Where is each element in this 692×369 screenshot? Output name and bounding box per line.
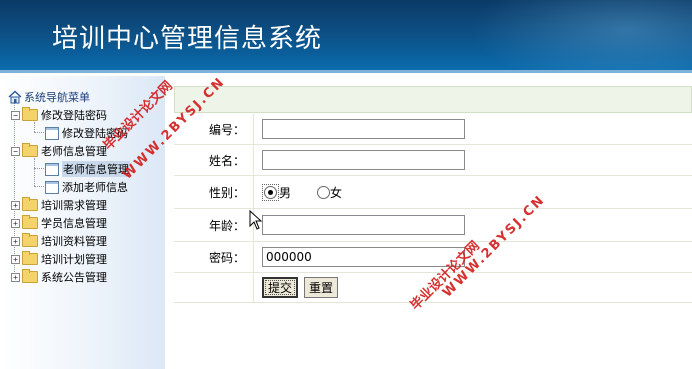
password-input[interactable] [262, 247, 465, 267]
sidebar-item-teacher-management[interactable]: − 老师信息管理 [11, 143, 107, 159]
field-label: 性别： [174, 176, 254, 208]
folder-icon [22, 251, 38, 265]
expand-icon[interactable]: + [11, 200, 20, 210]
document-icon [45, 180, 59, 194]
submit-button[interactable]: 提交 [262, 277, 299, 298]
expand-icon[interactable]: + [11, 272, 20, 282]
field-cell [255, 114, 465, 144]
field-label: 密码： [174, 242, 254, 272]
gender-male-label: 男 [279, 185, 292, 200]
expand-icon[interactable]: + [11, 218, 20, 228]
field-cell: 男 女 [255, 176, 360, 208]
header-divider [0, 70, 692, 73]
gender-female-radio[interactable] [317, 185, 331, 199]
form-row-name: 姓名： [174, 145, 692, 176]
sidebar-item-plans[interactable]: + 培训计划管理 [11, 251, 107, 267]
sidebar-subitem-add-teacher[interactable]: 添加老师信息 [45, 179, 128, 195]
expand-icon[interactable]: + [11, 254, 20, 264]
sidebar-item-change-password[interactable]: − 修改登陆密码 [11, 107, 107, 123]
tree-line [34, 132, 44, 133]
tree-line [34, 122, 35, 132]
reset-button[interactable]: 重置 [304, 277, 339, 298]
field-cell [255, 145, 465, 175]
field-cell [255, 242, 465, 272]
teacher-form: 编号： 姓名： 性别： 男 女 年龄： 密码： 000000 提交 重置 [174, 86, 692, 303]
form-row-id: 编号： [174, 114, 692, 145]
sidebar-item-label: 培训需求管理 [41, 199, 107, 212]
age-input[interactable] [262, 215, 465, 235]
sidebar-item-students[interactable]: + 学员信息管理 [11, 215, 107, 231]
sidebar-item-label: 学员信息管理 [41, 217, 107, 230]
sidebar-item-label: 添加老师信息 [62, 181, 128, 194]
app-header: 培训中心管理信息系统 [0, 0, 692, 73]
nav-root-label: 系统导航菜单 [24, 91, 90, 104]
folder-open-icon [22, 143, 38, 157]
folder-icon [22, 233, 38, 247]
collapse-icon[interactable]: − [11, 110, 20, 120]
gender-male-radio[interactable] [264, 185, 277, 199]
header-glow [470, 0, 692, 73]
mouse-cursor-icon [249, 209, 263, 233]
field-cell: 提交 重置 [255, 273, 344, 302]
field-label: 编号： [174, 114, 254, 144]
tree-line [34, 168, 44, 169]
sidebar-item-label: 培训资料管理 [41, 235, 107, 248]
form-row-gender: 性别： 男 女 [174, 176, 692, 209]
sidebar-item-label: 修改登陆密码 [62, 127, 128, 140]
tree-line [34, 186, 44, 187]
sidebar-item-materials[interactable]: + 培训资料管理 [11, 233, 107, 249]
sidebar-item-label: 培训计划管理 [41, 253, 107, 266]
field-label-empty [174, 273, 254, 302]
sidebar: 系统导航菜单 − 修改登陆密码 修改登陆密码 − 老师信息管理 老师信息管理 添… [0, 76, 165, 369]
gender-female-label: 女 [330, 185, 343, 200]
form-row-actions: 提交 重置 [174, 273, 692, 303]
sidebar-item-announcements[interactable]: + 系统公告管理 [11, 269, 107, 285]
folder-icon [22, 215, 38, 229]
form-header-bar [174, 86, 692, 113]
field-cell [255, 209, 465, 241]
folder-icon [22, 269, 38, 283]
form-row-password: 密码： [174, 242, 692, 273]
radio-focus-box [262, 183, 279, 201]
folder-open-icon [22, 107, 38, 121]
document-icon [45, 126, 59, 140]
sidebar-item-label: 系统公告管理 [41, 271, 107, 284]
sidebar-subitem-change-password[interactable]: 修改登陆密码 [45, 125, 128, 141]
gender-male-option[interactable]: 男 [262, 183, 292, 201]
sidebar-item-label: 修改登陆密码 [41, 109, 107, 122]
name-input[interactable] [262, 150, 465, 170]
expand-icon[interactable]: + [11, 236, 20, 246]
home-icon [8, 90, 22, 104]
id-input[interactable] [262, 119, 465, 139]
field-label: 姓名： [174, 145, 254, 175]
document-icon [45, 162, 59, 176]
gender-female-option[interactable]: 女 [309, 184, 342, 201]
sidebar-subitem-teacher-info[interactable]: 老师信息管理 [45, 161, 130, 177]
sidebar-item-label: 老师信息管理 [41, 145, 107, 158]
sidebar-item-training-needs[interactable]: + 培训需求管理 [11, 197, 107, 213]
sidebar-item-label: 老师信息管理 [62, 161, 130, 177]
nav-root[interactable]: 系统导航菜单 [8, 89, 90, 105]
collapse-icon[interactable]: − [11, 146, 20, 156]
field-label: 年龄： [174, 209, 254, 241]
tree-line [34, 158, 35, 186]
folder-icon [22, 197, 38, 211]
app-title: 培训中心管理信息系统 [52, 24, 323, 54]
